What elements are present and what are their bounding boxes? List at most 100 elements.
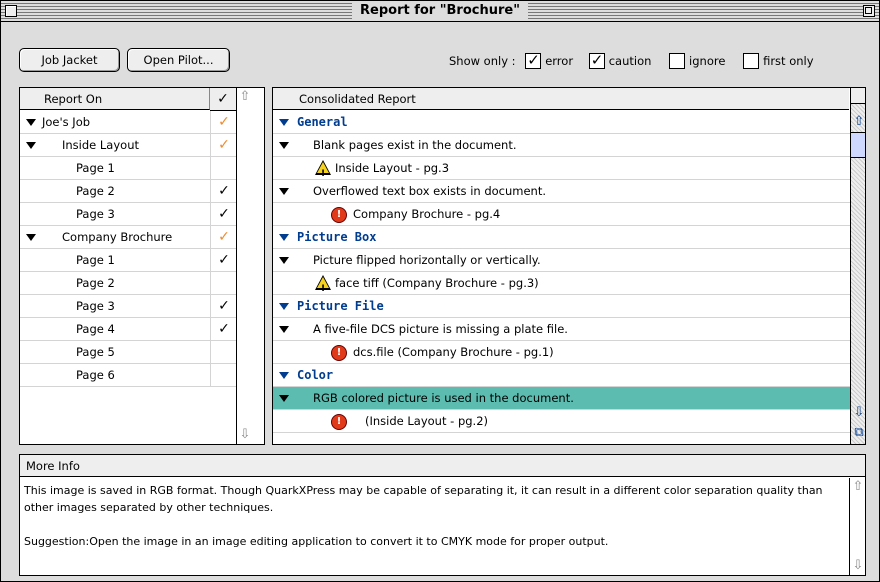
scroll-down-arrow-icon[interactable]: ⇩	[851, 559, 865, 573]
report-on-check[interactable]: ✓	[210, 180, 237, 203]
report-on-row[interactable]: Page 1	[20, 157, 236, 180]
disclosure-triangle-icon[interactable]	[279, 234, 289, 241]
more-info-paragraph: Suggestion:Open the image in an image ed…	[24, 535, 609, 548]
more-info-paragraph: This image is saved in RGB format. Thoug…	[24, 484, 823, 514]
report-on-check[interactable]	[210, 272, 237, 295]
scroll-up-arrow-icon[interactable]: ⇧	[852, 115, 865, 129]
title-bar[interactable]: Report for "Brochure"	[1, 1, 879, 22]
disclosure-triangle-icon[interactable]	[279, 326, 289, 333]
filter-caution-checkbox[interactable]	[588, 50, 605, 70]
filter-ignore-label: ignore	[689, 53, 726, 68]
report-on-label: Page 3	[76, 207, 115, 221]
disclosure-triangle-icon[interactable]	[279, 395, 289, 402]
report-on-label: Page 6	[76, 368, 115, 382]
report-on-row[interactable]: Company Brochure ✓	[20, 226, 236, 249]
report-window: Report for "Brochure" Job Jacket Open Pi…	[0, 0, 880, 582]
scroll-down-arrow-icon[interactable]: ⇩	[238, 428, 252, 442]
filter-error-checkbox[interactable]	[525, 50, 542, 70]
report-detail-row[interactable]: ! dcs.file (Company Brochure - pg.1)	[273, 341, 850, 364]
disclosure-triangle-icon[interactable]	[26, 142, 36, 149]
report-on-scrollbar[interactable]: ⇧ ⇩	[236, 88, 253, 444]
check-column-header[interactable]: ✓	[210, 88, 237, 111]
report-on-row[interactable]: Joe's Job ✓	[20, 111, 236, 134]
scroll-thumb[interactable]	[851, 132, 865, 158]
consolidated-report-scrollbar[interactable]: ⇧ ⇩ ⧉	[850, 88, 865, 444]
more-info-scrollbar[interactable]: ⇧ ⇩	[849, 478, 865, 575]
report-on-check[interactable]: ✓	[210, 295, 237, 318]
zoom-box-icon[interactable]	[863, 5, 875, 17]
close-box-icon[interactable]	[5, 5, 17, 17]
report-on-row[interactable]: Page 3 ✓	[20, 295, 236, 318]
report-on-row[interactable]: Page 2	[20, 272, 236, 295]
filter-first-only-label: first only	[763, 53, 814, 68]
scroll-up-arrow-icon[interactable]: ⇧	[851, 480, 865, 494]
filter-error-label: error	[545, 53, 574, 68]
report-detail-row[interactable]: ! Company Brochure - pg.4	[273, 203, 850, 226]
report-issue-row[interactable]: RGB colored picture is used in the docum…	[273, 387, 850, 410]
disclosure-triangle-icon[interactable]	[279, 303, 289, 310]
report-on-label: Page 5	[76, 345, 115, 359]
scroll-down-arrow-icon[interactable]: ⇩	[852, 406, 865, 420]
disclosure-triangle-icon[interactable]	[279, 119, 289, 126]
job-jacket-button[interactable]: Job Jacket	[19, 48, 120, 72]
more-info-panel: More Info This image is saved in RGB for…	[19, 454, 866, 576]
report-on-label: Page 2	[76, 184, 115, 198]
report-detail-row[interactable]: face tiff (Company Brochure - pg.3)	[273, 272, 850, 300]
report-category-row[interactable]: General	[273, 111, 850, 134]
report-on-check[interactable]: ✓	[210, 249, 237, 272]
report-on-check[interactable]	[210, 157, 237, 180]
open-pilot-button[interactable]: Open Pilot...	[127, 48, 230, 72]
report-on-row[interactable]: Inside Layout ✓	[20, 134, 236, 157]
report-detail-row[interactable]: Inside Layout - pg.3	[273, 157, 850, 185]
report-row-label: Inside Layout - pg.3	[335, 161, 450, 175]
report-on-header[interactable]: Report On	[20, 88, 210, 110]
caution-icon	[315, 275, 331, 300]
report-on-row[interactable]: Page 4 ✓	[20, 318, 236, 341]
report-on-check[interactable]: ✓	[210, 318, 237, 341]
report-on-row[interactable]: Page 2 ✓	[20, 180, 236, 203]
disclosure-triangle-icon[interactable]	[26, 234, 36, 241]
report-on-label: Inside Layout	[62, 138, 139, 152]
report-row-label: Color	[297, 368, 334, 382]
report-on-label: Joe's Job	[42, 115, 91, 129]
report-row-label: Picture Box	[297, 230, 377, 244]
report-detail-row[interactable]: ! (Inside Layout - pg.2)	[273, 410, 850, 433]
disclosure-triangle-icon[interactable]	[279, 142, 289, 149]
scroll-up-arrow-icon[interactable]: ⇧	[238, 90, 252, 104]
report-on-row[interactable]: Page 5	[20, 341, 236, 364]
filter-ignore-checkbox[interactable]	[669, 52, 686, 69]
report-on-label: Page 4	[76, 322, 115, 336]
more-info-text: This image is saved in RGB format. Thoug…	[24, 482, 846, 550]
report-on-row[interactable]: Page 3 ✓	[20, 203, 236, 226]
report-on-label: Page 3	[76, 299, 115, 313]
report-issue-row[interactable]: Overflowed text box exists in document.	[273, 180, 850, 203]
report-issue-row[interactable]: Picture flipped horizontally or vertical…	[273, 249, 850, 272]
report-on-check[interactable]: ✓	[210, 134, 237, 157]
filter-first-only-checkbox[interactable]	[743, 52, 760, 69]
report-on-row[interactable]: Page 6	[20, 364, 236, 387]
disclosure-triangle-icon[interactable]	[26, 119, 36, 126]
report-issue-row[interactable]: A five-file DCS picture is missing a pla…	[273, 318, 850, 341]
report-row-label: Picture flipped horizontally or vertical…	[313, 253, 541, 267]
report-on-check[interactable]	[210, 341, 237, 364]
disclosure-triangle-icon[interactable]	[279, 372, 289, 379]
report-on-check[interactable]	[210, 364, 237, 387]
report-on-row[interactable]: Page 1 ✓	[20, 249, 236, 272]
report-issue-row[interactable]: Blank pages exist in the document.	[273, 134, 850, 157]
report-on-check[interactable]: ✓	[210, 111, 237, 134]
report-category-row[interactable]: Picture File	[273, 295, 850, 318]
more-info-header: More Info	[20, 455, 865, 477]
resize-corner-icon[interactable]: ⧉	[852, 426, 865, 440]
report-category-row[interactable]: Picture Box	[273, 226, 850, 249]
report-on-check[interactable]: ✓	[210, 226, 237, 249]
window-title: Report for "Brochure"	[352, 2, 528, 20]
report-row-label: (Inside Layout - pg.2)	[365, 414, 488, 428]
disclosure-triangle-icon[interactable]	[279, 188, 289, 195]
report-category-row[interactable]: Color	[273, 364, 850, 387]
filter-caution-label: caution	[608, 53, 652, 68]
disclosure-triangle-icon[interactable]	[279, 257, 289, 264]
report-row-label: General	[297, 115, 348, 129]
report-on-panel: Report On ✓ Joe's Job ✓ Inside Layout ✓ Page…	[19, 87, 265, 445]
report-row-label: Company Brochure - pg.4	[353, 207, 501, 221]
report-on-check[interactable]: ✓	[210, 203, 237, 226]
